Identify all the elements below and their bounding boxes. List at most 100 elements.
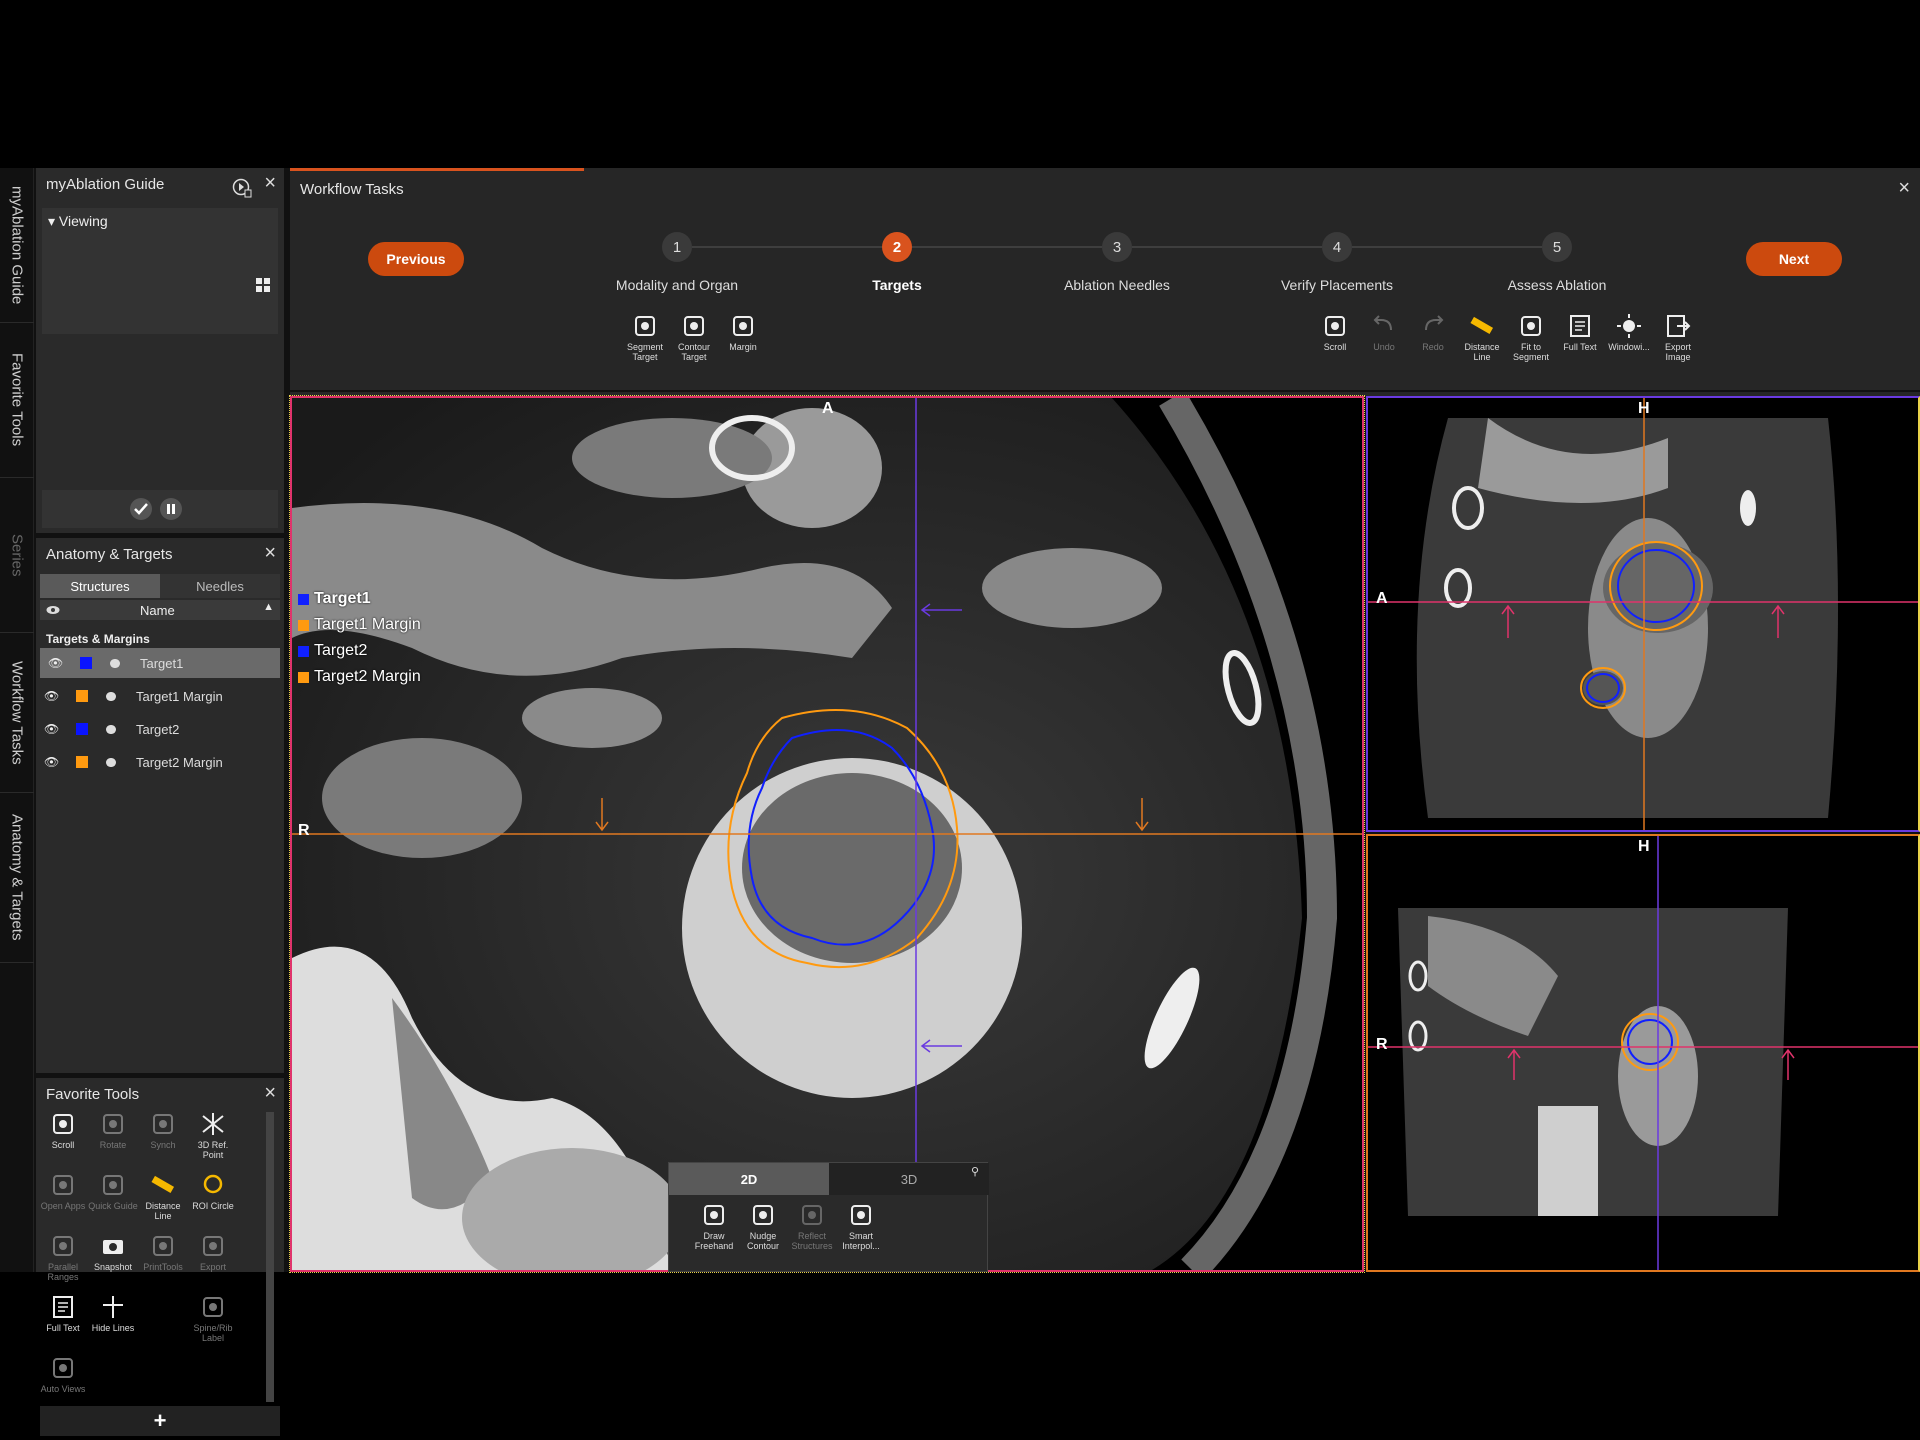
- step-label[interactable]: Ablation Needles: [1017, 277, 1217, 293]
- ruler-tool-button[interactable]: Distance Line: [1457, 312, 1507, 362]
- lines-tool-button[interactable]: Hide Lines: [88, 1293, 138, 1333]
- eye-icon[interactable]: 👁: [44, 722, 59, 736]
- ruler-tool-button[interactable]: Distance Line: [138, 1171, 188, 1221]
- print-tool-button[interactable]: PrintTools: [138, 1232, 188, 1272]
- target-tool-button[interactable]: Margin: [718, 312, 768, 352]
- sagittal-viewport[interactable]: H A: [1366, 396, 1920, 832]
- export-tool-button[interactable]: Export: [188, 1232, 238, 1272]
- scroll-tool-button[interactable]: Scroll: [1310, 312, 1360, 352]
- tool-label: Distance Line: [145, 1201, 181, 1221]
- coronal-viewport[interactable]: H R: [1366, 834, 1920, 1272]
- ranges-tool-button[interactable]: Parallel Ranges: [38, 1232, 88, 1282]
- vtab-workflow-tasks[interactable]: Workflow Tasks: [0, 633, 34, 793]
- circle-tool-button[interactable]: ROI Circle: [188, 1171, 238, 1211]
- vtab-myablation-guide[interactable]: myAblation Guide: [0, 168, 34, 323]
- spine-tool-button[interactable]: Spine/Rib Label: [188, 1293, 238, 1343]
- tab-2d[interactable]: 2D: [669, 1163, 829, 1195]
- vtab-anatomy-targets[interactable]: Anatomy & Targets: [0, 793, 34, 963]
- tool-label: Auto Views: [40, 1384, 86, 1394]
- nudge-contour-icon: [753, 1205, 773, 1225]
- structure-row[interactable]: 👁 Target1 Margin: [36, 681, 284, 711]
- apps-tool-button[interactable]: Open Apps: [38, 1171, 88, 1211]
- tab-structures[interactable]: Structures: [40, 574, 160, 598]
- tool-label: Distance Line: [1464, 342, 1500, 362]
- bubble-icon[interactable]: [110, 658, 120, 668]
- vtab-favorite-tools[interactable]: Favorite Tools: [0, 323, 34, 478]
- color-swatch[interactable]: [80, 657, 92, 669]
- color-swatch[interactable]: [76, 756, 88, 768]
- step-label[interactable]: Assess Ablation: [1457, 277, 1657, 293]
- color-swatch[interactable]: [76, 723, 88, 735]
- structure-list: 👁 Target1 👁 Target1 Margin 👁 Target2 👁 Target2 …: [36, 648, 284, 818]
- export-tool-button[interactable]: Export Image: [1653, 312, 1703, 362]
- link-tool-button[interactable]: Synch: [138, 1110, 188, 1150]
- eye-icon[interactable]: [46, 604, 60, 616]
- undo-tool-button[interactable]: Undo: [1359, 312, 1409, 352]
- guide-close-icon[interactable]: ×: [264, 172, 276, 195]
- step-label[interactable]: Targets: [797, 277, 997, 293]
- step-2[interactable]: 2: [882, 232, 912, 262]
- bubble-icon[interactable]: [106, 691, 116, 701]
- scroll-tool-button[interactable]: Scroll: [38, 1110, 88, 1150]
- step-label[interactable]: Verify Placements: [1237, 277, 1437, 293]
- text-tool-button[interactable]: Full Text: [1555, 312, 1605, 352]
- step-5[interactable]: 5: [1542, 232, 1572, 262]
- vtab-series[interactable]: Series: [0, 478, 34, 633]
- camera-tool-button[interactable]: Snapshot: [88, 1232, 138, 1272]
- pause-icon[interactable]: [160, 498, 182, 520]
- section-viewing[interactable]: ▾ Viewing: [48, 213, 108, 230]
- step-4[interactable]: 4: [1322, 232, 1352, 262]
- autoview-tool-button[interactable]: Auto Views: [38, 1354, 88, 1394]
- tab-needles[interactable]: Needles: [160, 574, 280, 598]
- eye-icon[interactable]: 👁: [44, 689, 59, 703]
- legend-item: Target2: [298, 638, 421, 664]
- eye-icon[interactable]: 👁: [44, 755, 59, 769]
- rotate-tool-button[interactable]: Rotate: [88, 1110, 138, 1150]
- name-column-header[interactable]: Name: [140, 603, 175, 618]
- tab-3d[interactable]: 3D: [829, 1163, 989, 1195]
- reflect-structures-button[interactable]: Reflect Structures: [787, 1201, 837, 1251]
- ref-point-tool-button[interactable]: 3D Ref. Point: [188, 1110, 238, 1160]
- structure-row[interactable]: 👁 Target2 Margin: [36, 747, 284, 777]
- pin-icon[interactable]: ⚲: [971, 1165, 979, 1178]
- anatomy-close-icon[interactable]: ×: [264, 542, 276, 565]
- reflect-structures-icon: [802, 1205, 822, 1225]
- sort-ascending-icon[interactable]: ▲: [263, 601, 274, 613]
- text-tool-button[interactable]: Full Text: [38, 1293, 88, 1333]
- smart-interpolation-icon: [851, 1205, 871, 1225]
- tool-label: Spine/Rib Label: [193, 1323, 233, 1343]
- redo-tool-button[interactable]: Redo: [1408, 312, 1458, 352]
- scrollbar[interactable]: [266, 1112, 274, 1402]
- tool-label: Fit to Segment: [1512, 342, 1550, 362]
- tab-label: 2D: [740, 1171, 758, 1187]
- grid-icon[interactable]: [256, 278, 270, 292]
- favorite-tools-close-icon[interactable]: ×: [264, 1082, 276, 1105]
- eye-icon[interactable]: 👁: [48, 656, 63, 670]
- section-label: Viewing: [58, 213, 108, 229]
- color-swatch[interactable]: [76, 690, 88, 702]
- target-tool-button[interactable]: Contour Target: [669, 312, 719, 362]
- play-guide-icon[interactable]: [232, 178, 252, 198]
- guide-tool-button[interactable]: Quick Guide: [88, 1171, 138, 1211]
- bubble-icon[interactable]: [106, 757, 116, 767]
- draw-freehand-button[interactable]: Draw Freehand: [689, 1201, 739, 1251]
- fit-tool-button[interactable]: Fit to Segment: [1506, 312, 1556, 362]
- check-icon[interactable]: [130, 498, 152, 520]
- draw-freehand-icon: [704, 1205, 724, 1225]
- step-1[interactable]: 1: [662, 232, 692, 262]
- circle-icon: [203, 1174, 223, 1194]
- chevron-down-icon: ▾: [48, 213, 59, 229]
- smart-interpolation-button[interactable]: Smart Interpol...: [836, 1201, 886, 1251]
- structure-row[interactable]: 👁 Target1: [40, 648, 280, 678]
- add-tool-button[interactable]: +: [40, 1406, 280, 1436]
- bubble-icon[interactable]: [106, 724, 116, 734]
- vtab-label: Series: [8, 533, 26, 577]
- target-tool-button[interactable]: Segment Target: [620, 312, 670, 362]
- brightness-tool-button[interactable]: Windowi...: [1604, 312, 1654, 352]
- nudge-contour-button[interactable]: Nudge Contour: [738, 1201, 788, 1251]
- camera-icon: [103, 1240, 123, 1254]
- structure-row[interactable]: 👁 Target2: [36, 714, 284, 744]
- step-3[interactable]: 3: [1102, 232, 1132, 262]
- step-label[interactable]: Modality and Organ: [577, 277, 777, 293]
- axial-viewport[interactable]: A R Target1 Target1 Margin Target2 Target2 …: [289, 395, 1365, 1273]
